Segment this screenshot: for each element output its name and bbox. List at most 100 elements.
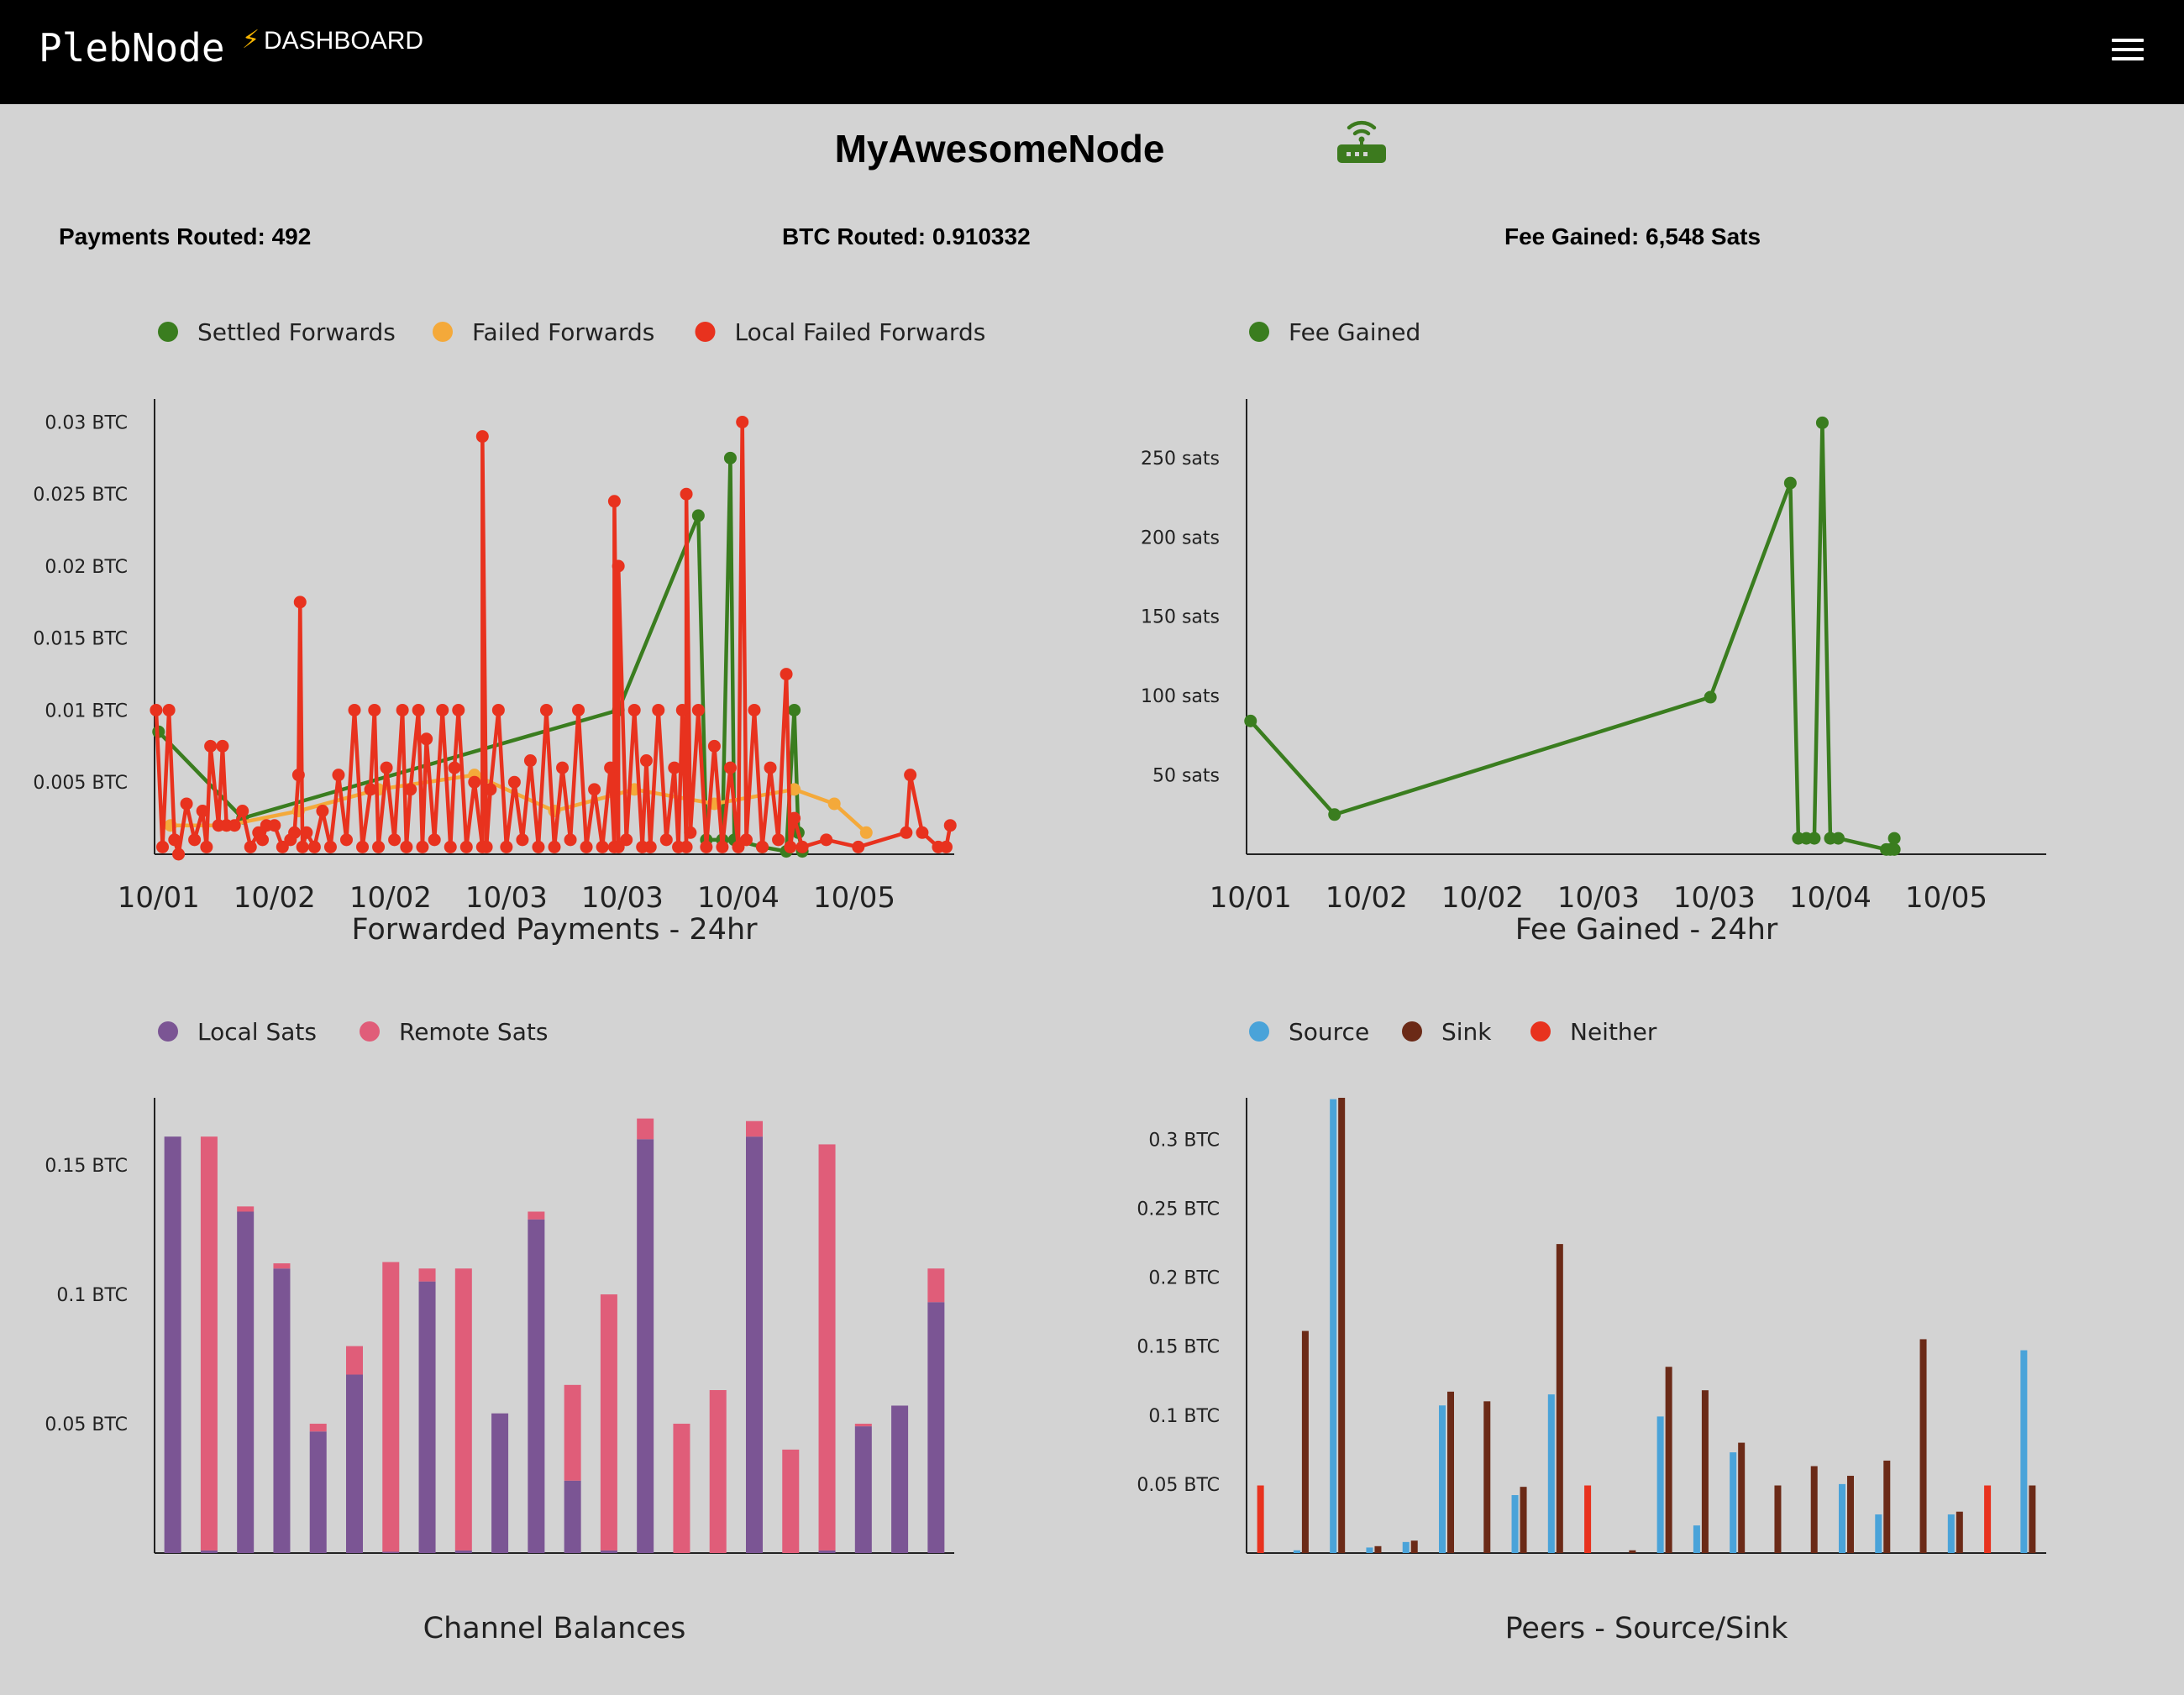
data-point (339, 833, 353, 847)
bar-local-sats (309, 1431, 327, 1553)
legend-marker (433, 322, 453, 342)
y-tick-label: 150 sats (1141, 607, 1220, 628)
legend-marker (158, 1021, 178, 1042)
data-point (368, 703, 381, 716)
bar-sink (1665, 1367, 1672, 1553)
forwarded-payments-chart: 0.005 BTC 0.01 BTC 0.015 BTC 0.02 BTC 0.025 … (33, 318, 985, 947)
data-point (162, 703, 176, 716)
bar-remote-sats (200, 1136, 218, 1551)
bar-source (1693, 1525, 1700, 1553)
data-point (620, 833, 633, 847)
data-point (380, 761, 393, 774)
data-point (420, 732, 433, 746)
data-point (400, 840, 413, 853)
data-point (1887, 842, 1901, 856)
data-point (700, 840, 713, 853)
bar-local-sats (237, 1211, 255, 1553)
data-point (1328, 808, 1341, 821)
x-tick-label: 10/05 (1905, 881, 1987, 915)
data-point (756, 840, 769, 853)
data-point (388, 833, 402, 847)
data-point (1783, 476, 1797, 490)
data-point (639, 754, 653, 768)
bar-source (1656, 1416, 1664, 1553)
bar-source (1511, 1495, 1519, 1553)
bar-local-sats (418, 1281, 436, 1553)
data-point (356, 840, 370, 853)
data-point (188, 833, 202, 847)
data-point (452, 703, 465, 716)
bar-sink (1956, 1511, 1963, 1553)
data-point (580, 840, 593, 853)
x-tick-label: 10/05 (813, 881, 895, 915)
bar-source (1402, 1541, 1410, 1553)
bar-remote-sats (600, 1294, 617, 1551)
y-tick-label: 0.15 BTC (1137, 1337, 1220, 1358)
fee-gained-chart: 50 sats 100 sats 150 sats 200 sats 250 sats 1… (1141, 318, 2046, 947)
data-point (156, 840, 170, 853)
legend-marker (1249, 322, 1269, 342)
bar-remote-sats (673, 1424, 690, 1553)
bar-remote-sats (854, 1424, 872, 1427)
data-point (480, 840, 493, 853)
data-point (900, 826, 913, 839)
x-tick-label: 10/01 (1210, 881, 1292, 915)
data-point (484, 783, 497, 796)
y-tick-label: 0.025 BTC (33, 485, 128, 506)
bar-sink (1774, 1485, 1782, 1553)
y-tick-label: 0.3 BTC (1148, 1130, 1220, 1151)
data-point (448, 761, 461, 774)
bar-sink (1556, 1244, 1563, 1553)
data-point (916, 826, 929, 839)
data-point (627, 703, 641, 716)
legend-label: Settled Forwards (197, 318, 396, 346)
bar-source (1947, 1514, 1955, 1553)
legend-label: Source (1289, 1018, 1369, 1046)
data-point (852, 840, 865, 853)
data-point (523, 754, 537, 768)
data-point (795, 840, 809, 853)
bar-remote-sats (418, 1268, 436, 1282)
x-tick-label: 10/02 (1326, 881, 1408, 915)
bar-remote-sats (746, 1120, 763, 1137)
bar-remote-sats (346, 1346, 363, 1375)
y-tick-label: 50 sats (1152, 766, 1220, 787)
bar-local-sats (637, 1139, 654, 1553)
data-point (468, 775, 481, 789)
data-point (691, 509, 705, 522)
bar-remote-sats (273, 1263, 291, 1269)
data-point (612, 559, 625, 573)
data-point (556, 761, 570, 774)
chart-title: Channel Balances (423, 1612, 686, 1645)
channel-balances-chart: 0.05 BTC 0.1 BTC 0.15 BTC Channel Balances L… (45, 1018, 954, 1645)
data-point (939, 840, 953, 853)
data-point (491, 703, 505, 716)
data-point (244, 840, 257, 853)
data-point (300, 826, 313, 839)
x-tick-label: 10/02 (1441, 881, 1524, 915)
data-point (459, 840, 473, 853)
data-point (236, 805, 249, 818)
y-tick-label: 0.05 BTC (45, 1414, 128, 1435)
data-point (296, 840, 309, 853)
bar-sink (1301, 1330, 1309, 1553)
x-tick-label: 10/02 (234, 881, 316, 915)
data-point (607, 495, 621, 508)
bar-source (1547, 1394, 1555, 1553)
data-point (428, 833, 441, 847)
bar-local-sats (346, 1374, 363, 1553)
data-point (436, 703, 449, 716)
data-point (723, 761, 737, 774)
bar-remote-sats (382, 1262, 400, 1552)
y-tick-label: 0.2 BTC (1148, 1268, 1220, 1289)
bar-sink (1447, 1391, 1454, 1553)
data-point (643, 840, 657, 853)
bar-local-sats (382, 1551, 400, 1553)
bar-remote-sats (528, 1211, 545, 1220)
data-point (1815, 416, 1829, 429)
x-tick-label: 10/03 (581, 881, 664, 915)
x-tick-label: 10/04 (1789, 881, 1872, 915)
data-point (680, 487, 693, 501)
legend-label: Neither (1570, 1018, 1657, 1046)
bar-local-sats (528, 1219, 545, 1553)
